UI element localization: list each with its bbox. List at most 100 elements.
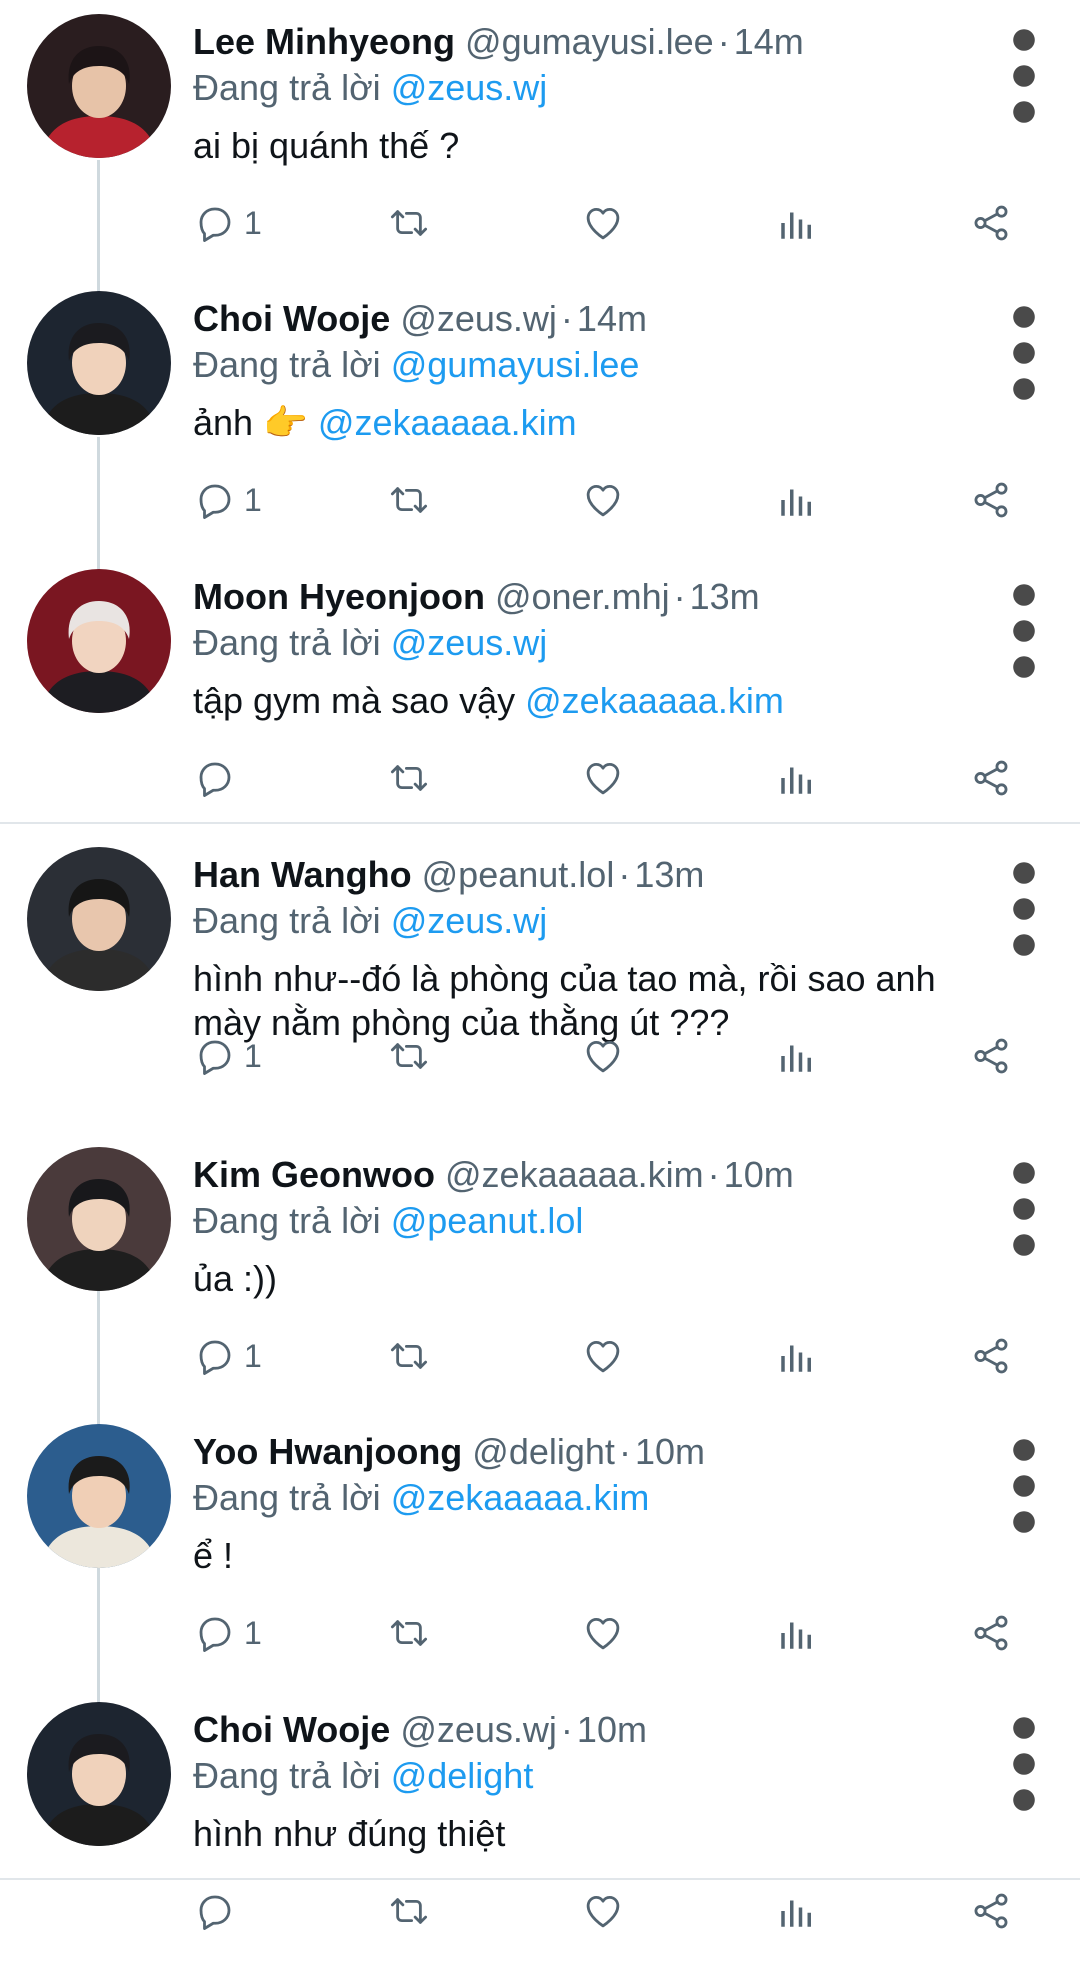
tweet-text-content: hình như đúng thiệt: [193, 1813, 506, 1854]
reply-button[interactable]: 1: [194, 1033, 262, 1079]
like-button[interactable]: [582, 1333, 624, 1379]
views-button[interactable]: [776, 1888, 818, 1934]
share-nodes-icon: [970, 202, 1012, 244]
avatar[interactable]: [27, 847, 171, 991]
retweet-button[interactable]: [388, 477, 430, 523]
author-handle[interactable]: @peanut.lol: [422, 854, 615, 895]
share-button[interactable]: [970, 477, 1012, 523]
author-handle[interactable]: @zeus.wj: [400, 298, 557, 339]
tweet-item[interactable]: Yoo Hwanjoong @delight · 10m Đang trả lời @z…: [0, 1410, 1080, 1687]
share-button[interactable]: [970, 1888, 1012, 1934]
replying-to-mention[interactable]: @zeus.wj: [391, 622, 548, 663]
vertical-dots-icon[interactable]: [1006, 1432, 1042, 1533]
share-button[interactable]: [970, 1610, 1012, 1656]
replying-to-mention[interactable]: @zekaaaaa.kim: [391, 1477, 650, 1518]
retweet-button[interactable]: [388, 1610, 430, 1656]
author-handle[interactable]: @zeus.wj: [400, 1709, 557, 1750]
share-button[interactable]: [970, 755, 1012, 801]
author-name[interactable]: Kim Geonwoo: [193, 1154, 435, 1195]
views-button[interactable]: [776, 1033, 818, 1079]
like-button[interactable]: [582, 200, 624, 246]
avatar[interactable]: [27, 1424, 171, 1568]
tweet-actions: 1: [0, 1333, 1080, 1379]
retweet-arrows-icon: [388, 1335, 430, 1377]
vertical-dots-icon[interactable]: [1006, 1710, 1042, 1811]
replying-to-label: Đang trả lời: [193, 622, 381, 663]
like-button[interactable]: [582, 477, 624, 523]
tweet-item[interactable]: Moon Hyeonjoon @oner.mhj · 13m Đang trả lời …: [0, 555, 1080, 832]
retweet-button[interactable]: [388, 1888, 430, 1934]
like-button[interactable]: [582, 1888, 624, 1934]
replying-to-mention[interactable]: @gumayusi.lee: [391, 344, 640, 385]
retweet-button[interactable]: [388, 1033, 430, 1079]
views-button[interactable]: [776, 755, 818, 801]
author-name[interactable]: Moon Hyeonjoon: [193, 576, 485, 617]
avatar[interactable]: [27, 1702, 171, 1846]
share-button[interactable]: [970, 1333, 1012, 1379]
retweet-button[interactable]: [388, 755, 430, 801]
author-handle[interactable]: @delight: [472, 1431, 615, 1472]
share-nodes-icon: [970, 757, 1012, 799]
avatar[interactable]: [27, 569, 171, 713]
reply-button[interactable]: [194, 1888, 244, 1934]
tweet-item[interactable]: Choi Wooje @zeus.wj · 14m Đang trả lời @guma…: [0, 277, 1080, 554]
avatar[interactable]: [27, 291, 171, 435]
replying-to-mention[interactable]: @peanut.lol: [391, 1200, 584, 1241]
share-button[interactable]: [970, 1033, 1012, 1079]
vertical-dots-icon[interactable]: [1006, 855, 1042, 956]
author-handle[interactable]: @oner.mhj: [495, 576, 670, 617]
retweet-arrows-icon: [388, 1035, 430, 1077]
author-name[interactable]: Han Wangho: [193, 854, 412, 895]
speech-bubble-icon: [194, 479, 236, 521]
author-name[interactable]: Yoo Hwanjoong: [193, 1431, 462, 1472]
author-name[interactable]: Choi Wooje: [193, 298, 390, 339]
timestamp[interactable]: 13m: [634, 854, 704, 895]
tweet-mention-link[interactable]: @zekaaaaa.kim: [318, 402, 577, 443]
replying-to-mention[interactable]: @delight: [391, 1755, 534, 1796]
retweet-button[interactable]: [388, 200, 430, 246]
timestamp[interactable]: 10m: [635, 1431, 705, 1472]
retweet-arrows-icon: [388, 202, 430, 244]
vertical-dots-icon[interactable]: [1006, 299, 1042, 400]
speech-bubble-icon: [194, 1612, 236, 1654]
tweet-text: ể !: [193, 1534, 1013, 1578]
replying-to: Đang trả lời @zeus.wj: [193, 899, 547, 943]
like-button[interactable]: [582, 755, 624, 801]
vertical-dots-icon[interactable]: [1006, 22, 1042, 123]
tweet-item[interactable]: Choi Wooje @zeus.wj · 10m Đang trả lời @deli…: [0, 1688, 1080, 1965]
reply-button[interactable]: 1: [194, 477, 262, 523]
like-button[interactable]: [582, 1033, 624, 1079]
reply-button[interactable]: 1: [194, 1610, 262, 1656]
views-button[interactable]: [776, 1610, 818, 1656]
timestamp[interactable]: 13m: [690, 576, 760, 617]
avatar[interactable]: [27, 14, 171, 158]
tweet-item[interactable]: Lee Minhyeong @gumayusi.lee · 14m Đang trả l…: [0, 0, 1080, 277]
share-nodes-icon: [970, 1612, 1012, 1654]
author-name[interactable]: Lee Minhyeong: [193, 21, 455, 62]
views-button[interactable]: [776, 477, 818, 523]
vertical-dots-icon[interactable]: [1006, 1155, 1042, 1256]
tweet-mention-link[interactable]: @zekaaaaa.kim: [525, 680, 784, 721]
share-button[interactable]: [970, 200, 1012, 246]
author-handle[interactable]: @gumayusi.lee: [465, 21, 714, 62]
avatar[interactable]: [27, 1147, 171, 1291]
views-button[interactable]: [776, 1333, 818, 1379]
retweet-button[interactable]: [388, 1333, 430, 1379]
reply-button[interactable]: 1: [194, 200, 262, 246]
timestamp[interactable]: 10m: [724, 1154, 794, 1195]
share-nodes-icon: [970, 1890, 1012, 1932]
reply-button[interactable]: [194, 755, 244, 801]
tweet-item[interactable]: Han Wangho @peanut.lol · 13m Đang trả lời @z…: [0, 833, 1080, 1110]
replying-to-mention[interactable]: @zeus.wj: [391, 900, 548, 941]
replying-to-mention[interactable]: @zeus.wj: [391, 67, 548, 108]
tweet-item[interactable]: Kim Geonwoo @zekaaaaa.kim · 10m Đang trả lời…: [0, 1133, 1080, 1410]
timestamp[interactable]: 14m: [577, 298, 647, 339]
author-handle[interactable]: @zekaaaaa.kim: [445, 1154, 704, 1195]
timestamp[interactable]: 10m: [577, 1709, 647, 1750]
like-button[interactable]: [582, 1610, 624, 1656]
author-name[interactable]: Choi Wooje: [193, 1709, 390, 1750]
timestamp[interactable]: 14m: [734, 21, 804, 62]
reply-button[interactable]: 1: [194, 1333, 262, 1379]
vertical-dots-icon[interactable]: [1006, 577, 1042, 678]
views-button[interactable]: [776, 200, 818, 246]
